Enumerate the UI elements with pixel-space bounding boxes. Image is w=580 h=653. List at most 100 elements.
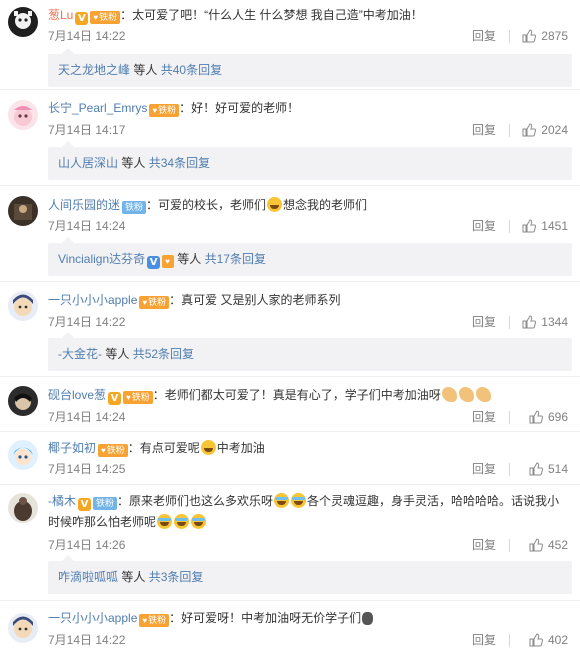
username[interactable]: -橘木 — [48, 494, 76, 508]
laugh-emoji-icon — [191, 514, 207, 529]
username[interactable]: 葱Lu — [48, 8, 73, 22]
like-count: 2875 — [541, 29, 568, 43]
fan-badge: 铁粉 — [122, 201, 147, 214]
reply-button[interactable]: 回复 — [472, 537, 496, 553]
reply-button[interactable]: 回复 — [472, 632, 496, 648]
comment-text: ：真可爱 又是别人家的老师系列 — [169, 293, 341, 307]
like-button[interactable]: 696 — [529, 409, 568, 425]
reply-button[interactable]: 回复 — [472, 314, 496, 330]
comment-text-line: 椰子如初铁粉：有点可爱呢 中考加油 — [48, 439, 574, 457]
avatar[interactable] — [8, 386, 38, 416]
avatar[interactable] — [8, 100, 38, 130]
comment-text: 各个灵魂逗趣，身手灵活，哈哈哈哈。话说我小 — [307, 494, 560, 508]
username[interactable]: 砚台love葱 — [48, 388, 106, 402]
like-count: 452 — [547, 538, 568, 552]
reply-button[interactable]: 回复 — [472, 461, 496, 477]
reply-summary[interactable]: 山人居深山 等人 共34条回复 — [48, 141, 572, 180]
avatar[interactable] — [8, 613, 38, 643]
like-count: 1451 — [541, 219, 568, 233]
like-button[interactable]: 1451 — [522, 218, 568, 234]
fan-badge: 铁粉 — [93, 497, 118, 510]
laugh-emoji-icon — [157, 514, 173, 529]
timestamp: 7月14日 14:17 — [48, 123, 126, 137]
thumbs-up-icon — [529, 462, 544, 476]
like-button[interactable]: 402 — [529, 632, 568, 648]
like-button[interactable]: 2875 — [522, 28, 568, 44]
divider — [509, 30, 510, 43]
comment-item: 砚台love葱V铁粉：老师们都太可爱了！真是有心了，学子们中考加油呀 7月14日… — [0, 377, 580, 432]
emoji-face-icon — [267, 197, 283, 212]
thumbs-up-icon — [529, 633, 544, 647]
avatar[interactable] — [8, 440, 38, 470]
reply-connector: 等人 — [177, 252, 202, 266]
reply-author[interactable]: Vincialign达芬奇 — [58, 252, 145, 266]
comment-meta: 7月14日 14:24 回复 696 — [48, 409, 580, 425]
reply-author[interactable]: 咋滴啦呱呱 — [58, 570, 118, 584]
reply-summary[interactable]: -大金花- 等人 共52条回复 — [48, 332, 572, 371]
timestamp: 7月14日 14:22 — [48, 29, 126, 43]
reply-summary[interactable]: Vincialign达芬奇V 等人 共17条回复 — [48, 237, 572, 276]
timestamp: 7月14日 14:24 — [48, 410, 126, 424]
comment-text-line: 长宁_Pearl_Emrys铁粉：好！好可爱的老师！ — [48, 99, 574, 117]
thumbs-up-icon — [522, 219, 537, 233]
reply-summary[interactable]: 天之龙地之峰 等人 共40条回复 — [48, 48, 572, 87]
divider — [509, 463, 510, 476]
reply-count-link[interactable]: 共40条回复 — [161, 63, 222, 77]
clap-emoji-icon — [362, 612, 374, 625]
fan-badge: 铁粉 — [123, 391, 153, 404]
username[interactable]: 长宁_Pearl_Emrys — [48, 101, 147, 115]
reply-button[interactable]: 回复 — [472, 218, 496, 234]
reply-author[interactable]: -大金花- — [58, 347, 102, 361]
reply-summary[interactable]: 咋滴啦呱呱 等人 共3条回复 — [48, 555, 572, 594]
avatar[interactable] — [8, 7, 38, 37]
reply-author[interactable]: 天之龙地之峰 — [58, 63, 130, 77]
comment-meta: 7月14日 14:24 回复 1451 — [48, 218, 580, 234]
reply-count-link[interactable]: 共52条回复 — [133, 347, 194, 361]
like-button[interactable]: 1344 — [522, 314, 568, 330]
thumbs-up-icon — [529, 410, 544, 424]
username[interactable]: 人间乐园的迷 — [48, 198, 120, 212]
comment-item: -橘木 V 铁粉 ：原来老师们也这么多欢乐呀 各个灵魂逗趣，身手灵活，哈哈哈哈。话说我小… — [0, 485, 580, 601]
username[interactable]: 一只小小小apple — [48, 611, 137, 625]
avatar[interactable] — [8, 291, 38, 321]
like-button[interactable]: 2024 — [522, 122, 568, 138]
divider — [509, 220, 510, 233]
fan-badge: 铁粉 — [98, 444, 128, 457]
reply-button[interactable]: 回复 — [472, 409, 496, 425]
reply-button[interactable]: 回复 — [472, 122, 496, 138]
comment-item: 一只小小小apple铁粉：真可爱 又是别人家的老师系列 7月14日 14:22 … — [0, 282, 580, 377]
comment-text-line: 葱LuV铁粉：太可爱了吧！“什么人生 什么梦想 我自己造”中考加油！ — [48, 6, 574, 25]
avatar[interactable] — [8, 493, 38, 523]
comment-text: ：老师们都太可爱了！真是有心了，学子们中考加油呀 — [152, 388, 441, 402]
timestamp: 7月14日 14:22 — [48, 315, 126, 329]
fan-badge: 铁粉 — [90, 11, 121, 24]
comment-text: ：太可爱了吧！“什么人生 什么梦想 我自己造”中考加油！ — [120, 8, 423, 22]
fan-badge: 铁粉 — [139, 296, 170, 309]
like-count: 2024 — [541, 123, 568, 137]
comment-item: 葱LuV铁粉：太可爱了吧！“什么人生 什么梦想 我自己造”中考加油！ 7月14日… — [0, 0, 580, 90]
reply-connector: 等人 — [133, 63, 158, 77]
thumbs-up-icon — [522, 29, 537, 43]
timestamp: 7月14日 14:24 — [48, 219, 126, 233]
comment-text: ：有点可爱呢 — [127, 441, 200, 455]
reply-author[interactable]: 山人居深山 — [58, 156, 118, 170]
comment-text: ：可爱的校长，老师们 — [146, 198, 267, 212]
reply-button[interactable]: 回复 — [472, 28, 496, 44]
reply-count-link[interactable]: 共17条回复 — [205, 252, 266, 266]
laugh-emoji-icon — [291, 493, 307, 508]
reply-count-link[interactable]: 共34条回复 — [149, 156, 210, 170]
like-button[interactable]: 452 — [529, 537, 568, 553]
comment-meta: 7月14日 14:22 回复 402 — [48, 632, 580, 648]
timestamp: 7月14日 14:22 — [48, 633, 126, 647]
comment-meta: 7月14日 14:25 回复 514 — [48, 461, 580, 477]
username[interactable]: 一只小小小apple — [48, 293, 137, 307]
reply-count-link[interactable]: 共3条回复 — [149, 570, 204, 584]
avatar[interactable] — [8, 196, 38, 226]
comment-text-line: 一只小小小apple铁粉：好可爱呀！中考加油呀无价学子们 — [48, 609, 574, 627]
reply-connector: 等人 — [121, 570, 146, 584]
username[interactable]: 椰子如初 — [48, 441, 96, 455]
thumbs-up-icon — [522, 123, 537, 137]
comment-text-line: 砚台love葱V铁粉：老师们都太可爱了！真是有心了，学子们中考加油呀 — [48, 386, 574, 405]
like-button[interactable]: 514 — [529, 461, 568, 477]
comment-meta: 7月14日 14:22 回复 2875 — [48, 28, 580, 44]
